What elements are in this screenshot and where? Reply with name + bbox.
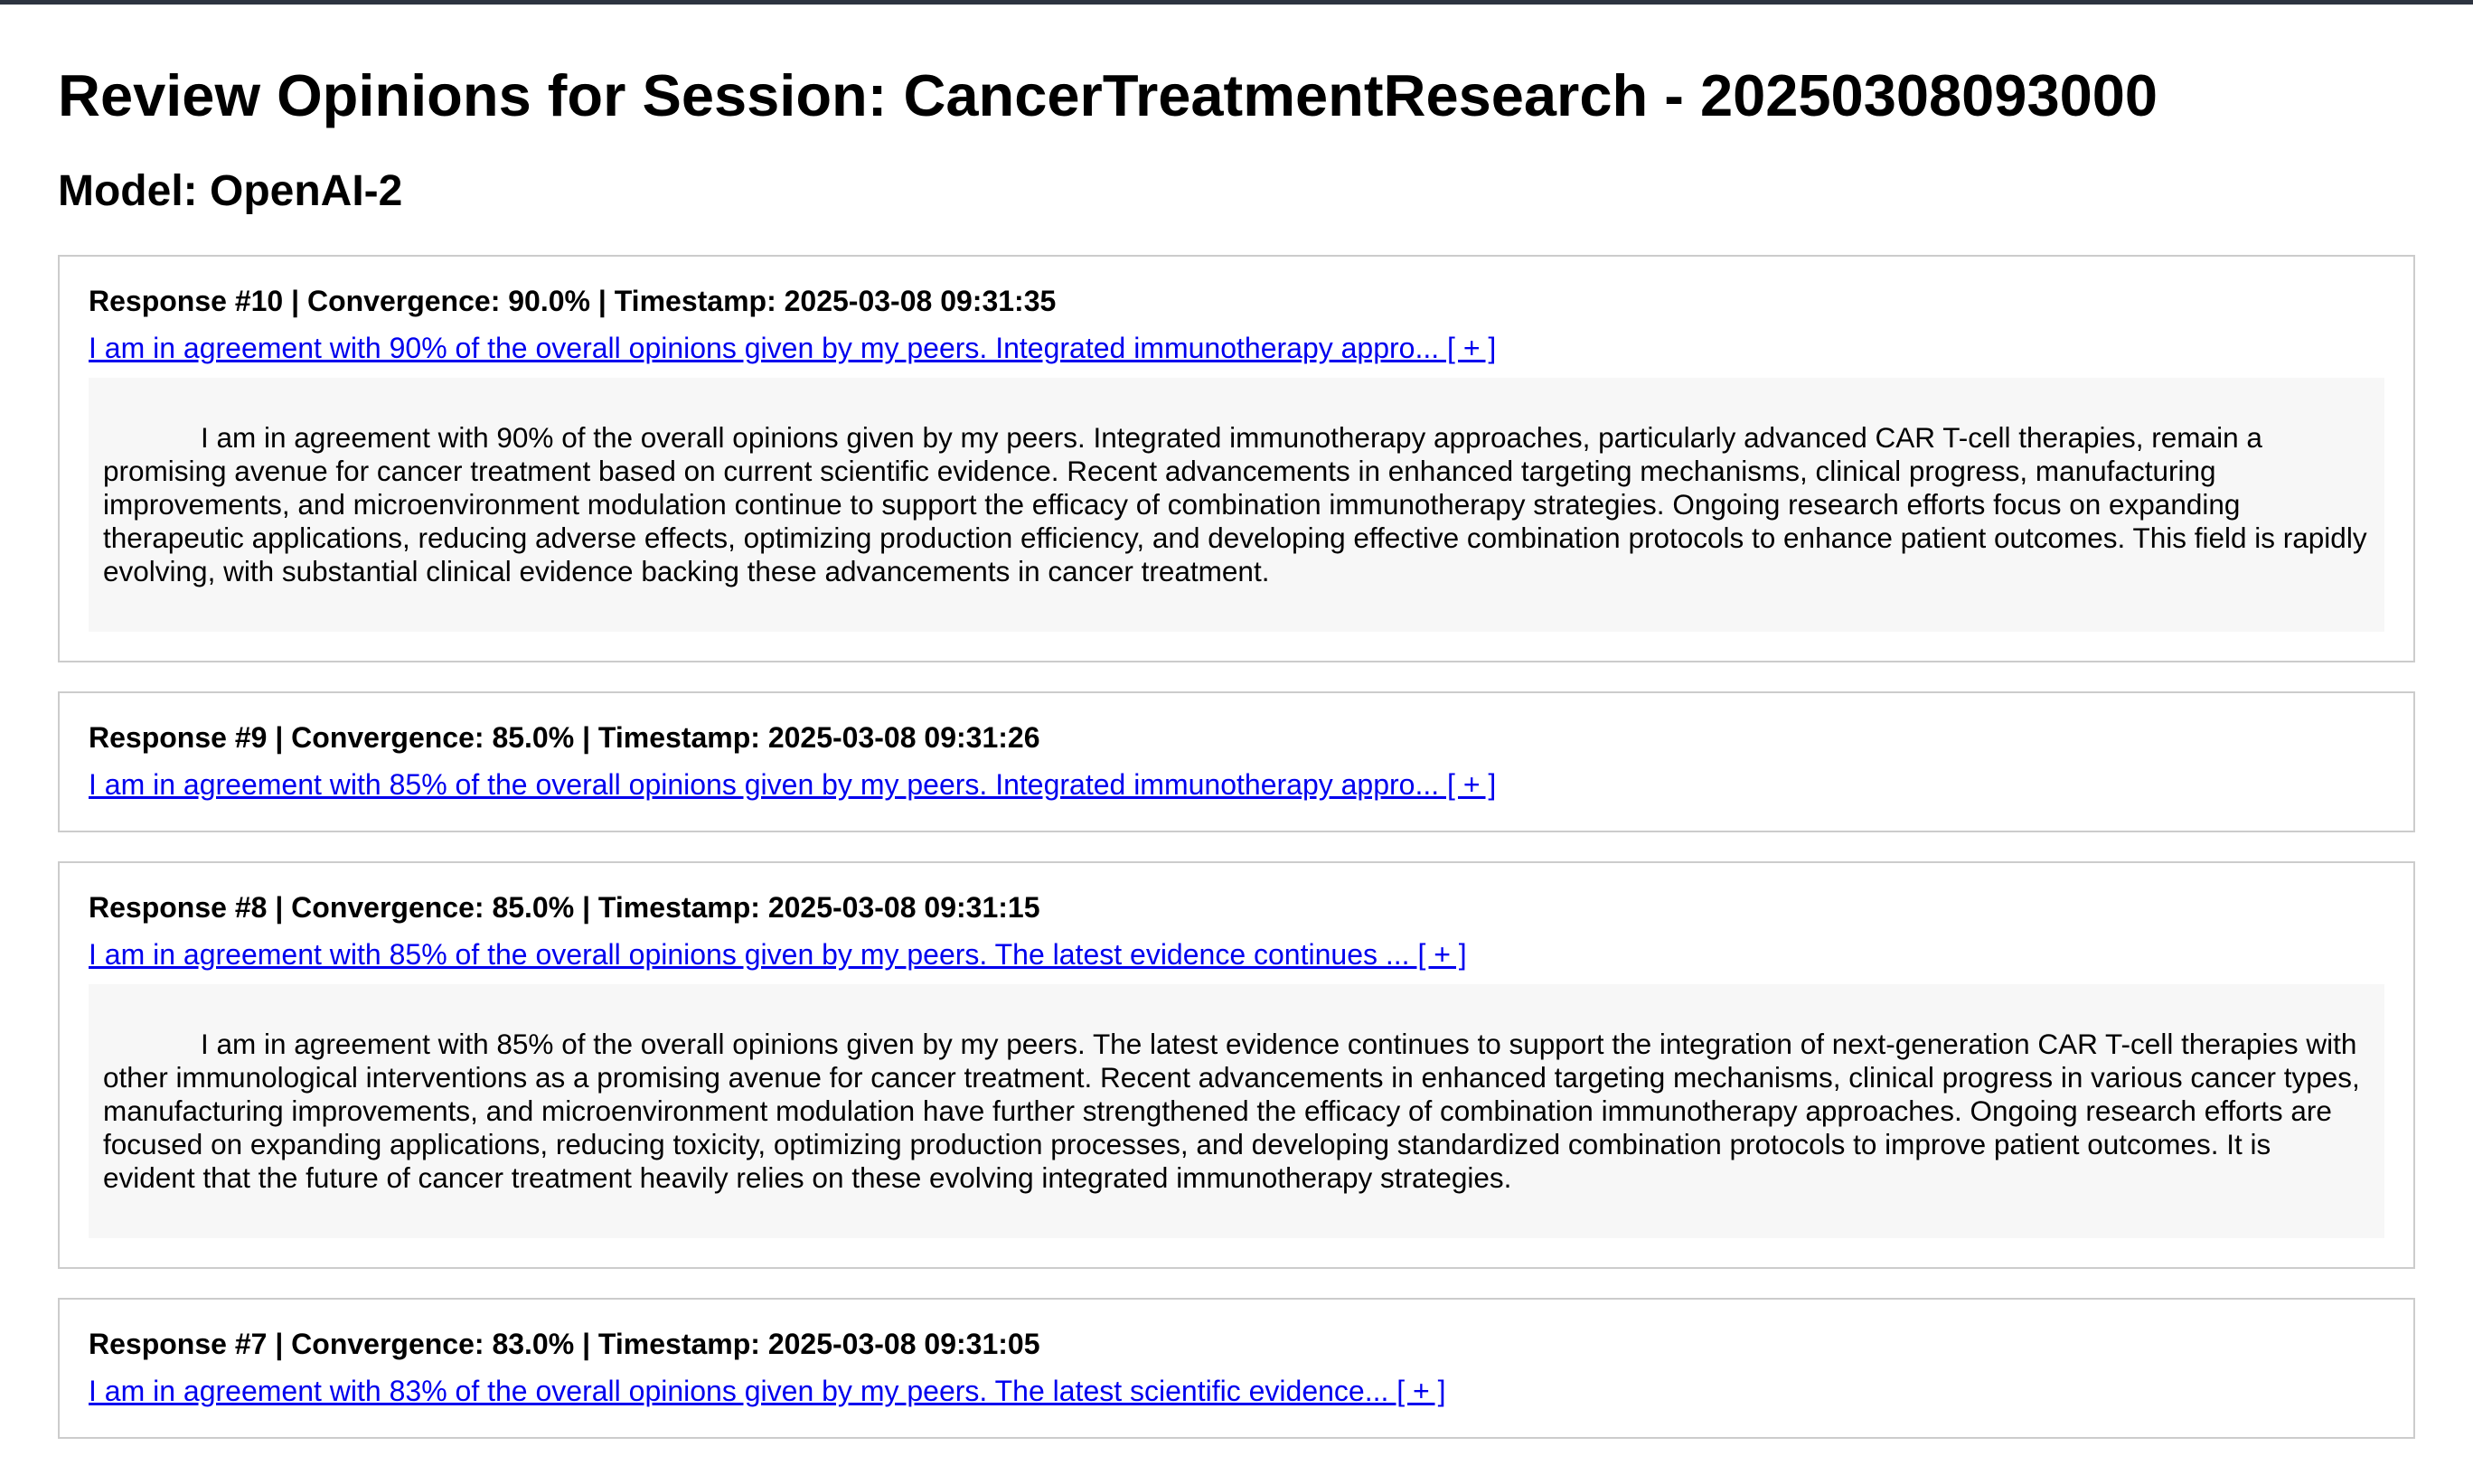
toggle-response-link[interactable]: I am in agreement with 85% of the overal… — [89, 937, 1467, 972]
response-header: Response #9 | Convergence: 85.0% | Times… — [89, 721, 1040, 754]
response-card-10: Response #10 | Convergence: 90.0% | Time… — [58, 255, 2415, 662]
response-card-7: Response #7 | Convergence: 83.0% | Times… — [58, 1298, 2415, 1439]
model-heading: Model: OpenAI-2 — [58, 167, 403, 215]
response-header: Response #10 | Convergence: 90.0% | Time… — [89, 285, 1057, 317]
page-title: Review Opinions for Session: CancerTreat… — [58, 62, 2158, 128]
response-full-text: I am in agreement with 85% of the overal… — [89, 984, 2384, 1238]
toggle-response-link[interactable]: I am in agreement with 83% of the overal… — [89, 1374, 1446, 1408]
response-card-8: Response #8 | Convergence: 85.0% | Times… — [58, 861, 2415, 1269]
toggle-response-link[interactable]: I am in agreement with 90% of the overal… — [89, 331, 1496, 365]
response-header: Response #7 | Convergence: 83.0% | Times… — [89, 1328, 1040, 1360]
response-card-9: Response #9 | Convergence: 85.0% | Times… — [58, 691, 2415, 832]
response-header: Response #8 | Convergence: 85.0% | Times… — [89, 891, 1040, 924]
response-list: Response #10 | Convergence: 90.0% | Time… — [58, 255, 2415, 1468]
response-full-text: I am in agreement with 90% of the overal… — [89, 378, 2384, 632]
top-border-bar — [0, 0, 2473, 5]
toggle-response-link[interactable]: I am in agreement with 85% of the overal… — [89, 767, 1496, 802]
